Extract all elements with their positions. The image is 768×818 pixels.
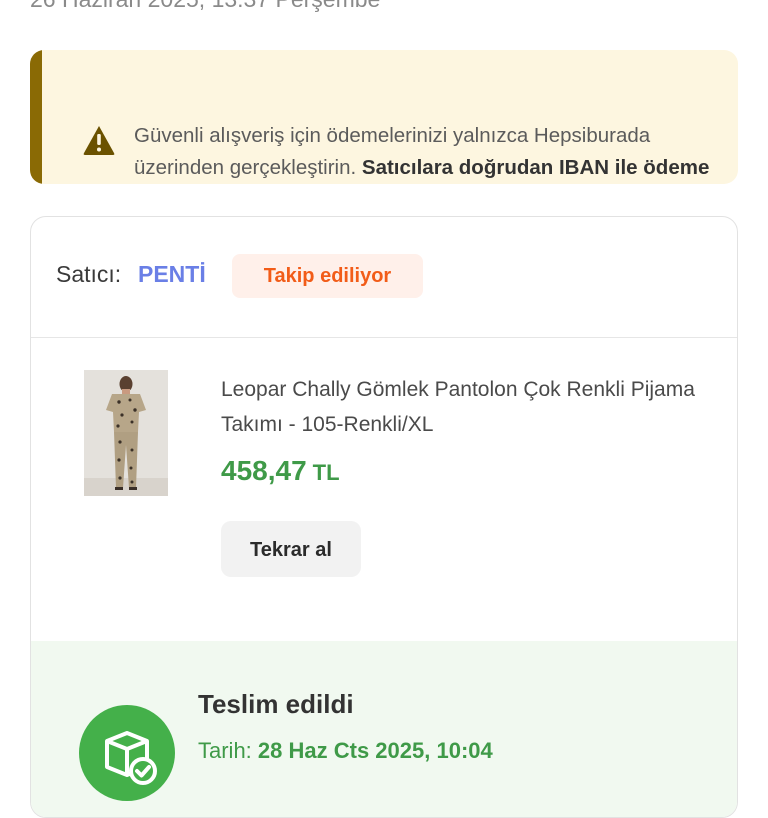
price-amount: 458,47 bbox=[221, 455, 307, 486]
seller-name-link[interactable]: PENTİ bbox=[138, 261, 206, 288]
order-item-card: Satıcı: PENTİ Takip ediliyor Leopar Chal… bbox=[30, 216, 738, 818]
warning-message: Güvenli alışveriş için ödemelerinizi yal… bbox=[134, 120, 734, 184]
warning-triangle-icon bbox=[83, 126, 115, 155]
price-currency: TL bbox=[312, 460, 340, 485]
delivery-date: Tarih: 28 Haz Cts 2025, 10:04 bbox=[198, 738, 493, 764]
follow-status-badge[interactable]: Takip ediliyor bbox=[232, 254, 423, 298]
order-date: 26 Haziran 2025, 13:37 Perşembe bbox=[30, 0, 380, 13]
product-price: 458,47 TL bbox=[221, 455, 340, 487]
delivered-package-icon bbox=[79, 705, 175, 801]
delivery-date-value: 28 Haz Cts 2025, 10:04 bbox=[257, 738, 493, 763]
delivery-status: Teslim edildi bbox=[198, 689, 354, 719]
payment-warning-banner: Güvenli alışveriş için ödemelerinizi yal… bbox=[30, 50, 738, 184]
product-name-link[interactable]: Leopar Chally Gömlek Pantolon Çok Renkli… bbox=[221, 372, 701, 442]
seller-label: Satıcı: bbox=[56, 261, 122, 287]
delivery-date-label: Tarih: bbox=[198, 738, 252, 763]
rebuy-button[interactable]: Tekrar al bbox=[221, 521, 361, 577]
seller-row: Satıcı: PENTİ Takip ediliyor bbox=[31, 217, 737, 338]
pajama-product-image[interactable] bbox=[84, 370, 168, 496]
delivery-status-section: Teslim edildi Tarih: 28 Haz Cts 2025, 10… bbox=[31, 641, 737, 817]
